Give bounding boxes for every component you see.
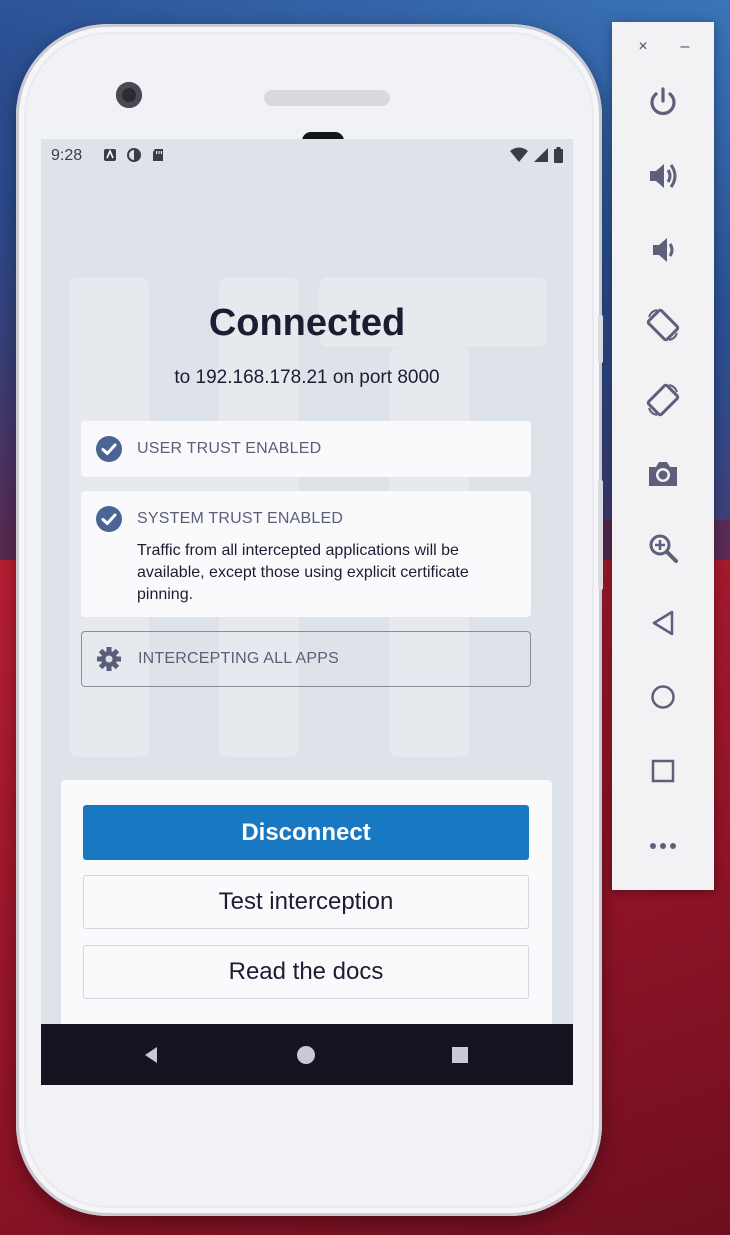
connection-status-title: Connected — [208, 302, 406, 344]
system-status-icons — [510, 147, 563, 168]
signal-icon — [534, 148, 548, 167]
notification-icons — [103, 148, 165, 162]
user-trust-label: USER TRUST ENABLED — [137, 440, 322, 457]
gear-icon — [95, 645, 123, 673]
more-icon[interactable] — [643, 826, 683, 866]
battery-icon — [554, 147, 563, 168]
intercepting-apps-button[interactable]: INTERCEPTING ALL APPS — [81, 631, 531, 687]
back-icon[interactable] — [643, 603, 683, 643]
nav-overview-icon[interactable] — [445, 1040, 475, 1070]
android-navigation-bar — [41, 1024, 573, 1085]
camera-icon[interactable] — [643, 454, 683, 494]
actions-panel: Disconnect Test interception Read the do… — [61, 780, 552, 1040]
close-window-icon[interactable]: × — [632, 36, 654, 58]
app-notification-icon — [103, 148, 117, 162]
rotate-right-icon[interactable] — [643, 380, 683, 420]
minimize-window-icon[interactable]: – — [674, 36, 696, 58]
volume-down-icon[interactable] — [643, 230, 683, 270]
emulator-toolbar: × – — [612, 22, 714, 890]
disconnect-button[interactable]: Disconnect — [83, 805, 529, 860]
power-icon[interactable] — [643, 82, 683, 122]
phone-screen: 9:28 Connected to 192.168.178.21 on port… — [41, 139, 573, 1085]
system-trust-description: Traffic from all intercepted application… — [137, 542, 469, 603]
system-trust-card: SYSTEM TRUST ENABLED Traffic from all in… — [81, 491, 531, 617]
home-icon[interactable] — [643, 677, 683, 717]
wifi-icon — [510, 147, 528, 168]
side-button — [598, 315, 603, 363]
test-interception-button[interactable]: Test interception — [83, 875, 529, 929]
connection-address: to 192.168.178.21 on port 8000 — [174, 367, 440, 388]
user-trust-card: USER TRUST ENABLED — [81, 421, 531, 477]
volume-up-icon[interactable] — [643, 156, 683, 196]
rotate-left-icon[interactable] — [643, 305, 683, 345]
volume-rocker — [598, 480, 603, 590]
data-saver-icon — [127, 148, 141, 162]
status-bar: 9:28 — [41, 139, 573, 173]
read-docs-button[interactable]: Read the docs — [83, 945, 529, 999]
check-circle-icon — [95, 435, 123, 463]
sd-card-icon — [151, 148, 165, 162]
zoom-icon[interactable] — [643, 528, 683, 568]
front-camera — [116, 82, 142, 108]
overview-icon[interactable] — [643, 751, 683, 791]
nav-back-icon[interactable] — [136, 1040, 166, 1070]
top-speaker — [264, 90, 390, 106]
system-trust-label: SYSTEM TRUST ENABLED — [137, 510, 344, 527]
check-circle-icon — [95, 505, 123, 533]
nav-home-icon[interactable] — [291, 1040, 321, 1070]
status-time: 9:28 — [51, 147, 83, 164]
intercepting-apps-label: INTERCEPTING ALL APPS — [138, 650, 340, 667]
